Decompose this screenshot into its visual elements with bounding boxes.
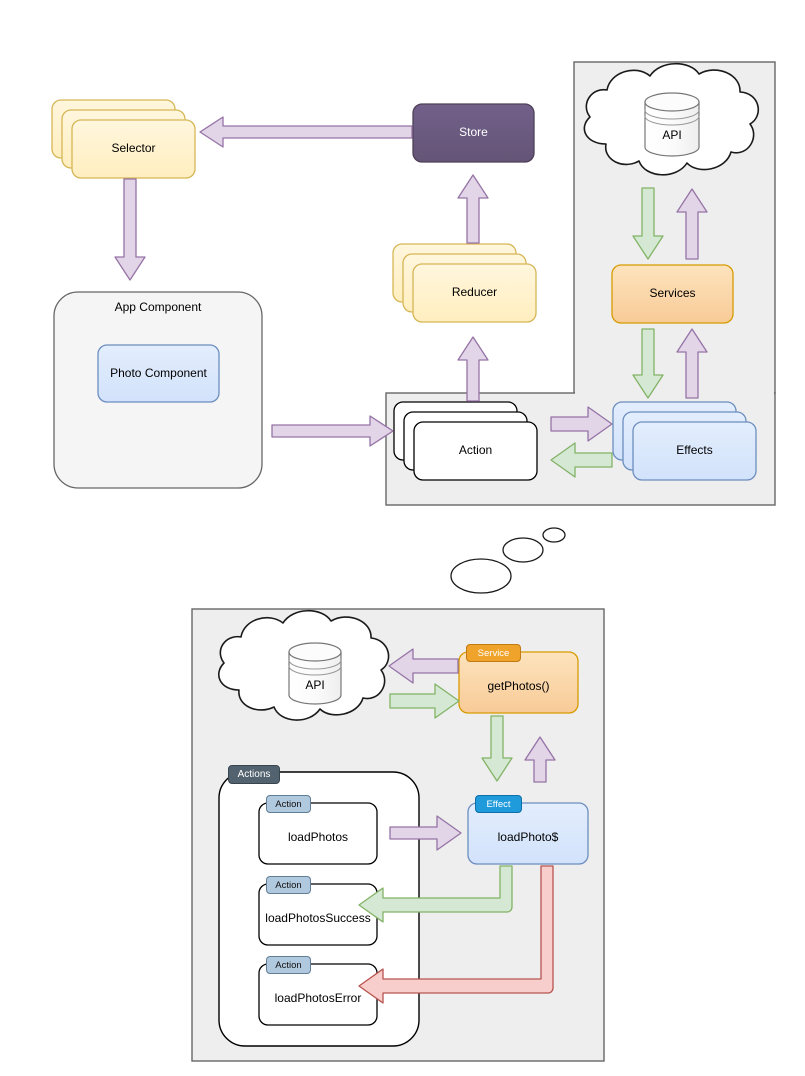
thought-bubble-ellipses: [450, 527, 566, 594]
arrow-app-component-to-action: [271, 415, 394, 447]
arrow-reducer-to-store: [457, 174, 489, 244]
service-badge: Service: [466, 644, 521, 662]
arrow-action-to-reducer: [457, 336, 489, 402]
action-badge-load-photos-error: Action: [266, 956, 311, 974]
services-box: [611, 264, 734, 324]
actions-group-badge: Actions: [228, 765, 280, 784]
effects-card-stack: [612, 401, 757, 481]
diagram-shapes: [51, 61, 776, 1062]
photo-component-box: [97, 344, 220, 403]
effect-badge: Effect: [475, 795, 522, 813]
api-database-cylinder-bottom: [288, 642, 342, 705]
selector-card-stack: [51, 99, 196, 179]
diagram-canvas: Selector Store Reducer App Component Pho…: [0, 0, 805, 1076]
arrow-store-to-selector: [199, 116, 413, 148]
action-card-stack: [393, 401, 538, 481]
action-badge-load-photos-success: Action: [266, 876, 311, 894]
arrow-selector-to-app-component: [114, 178, 146, 281]
store-box: [412, 103, 535, 163]
api-database-cylinder-top: [644, 92, 700, 157]
action-badge-load-photos: Action: [266, 795, 311, 813]
reducer-card-stack: [392, 243, 537, 323]
